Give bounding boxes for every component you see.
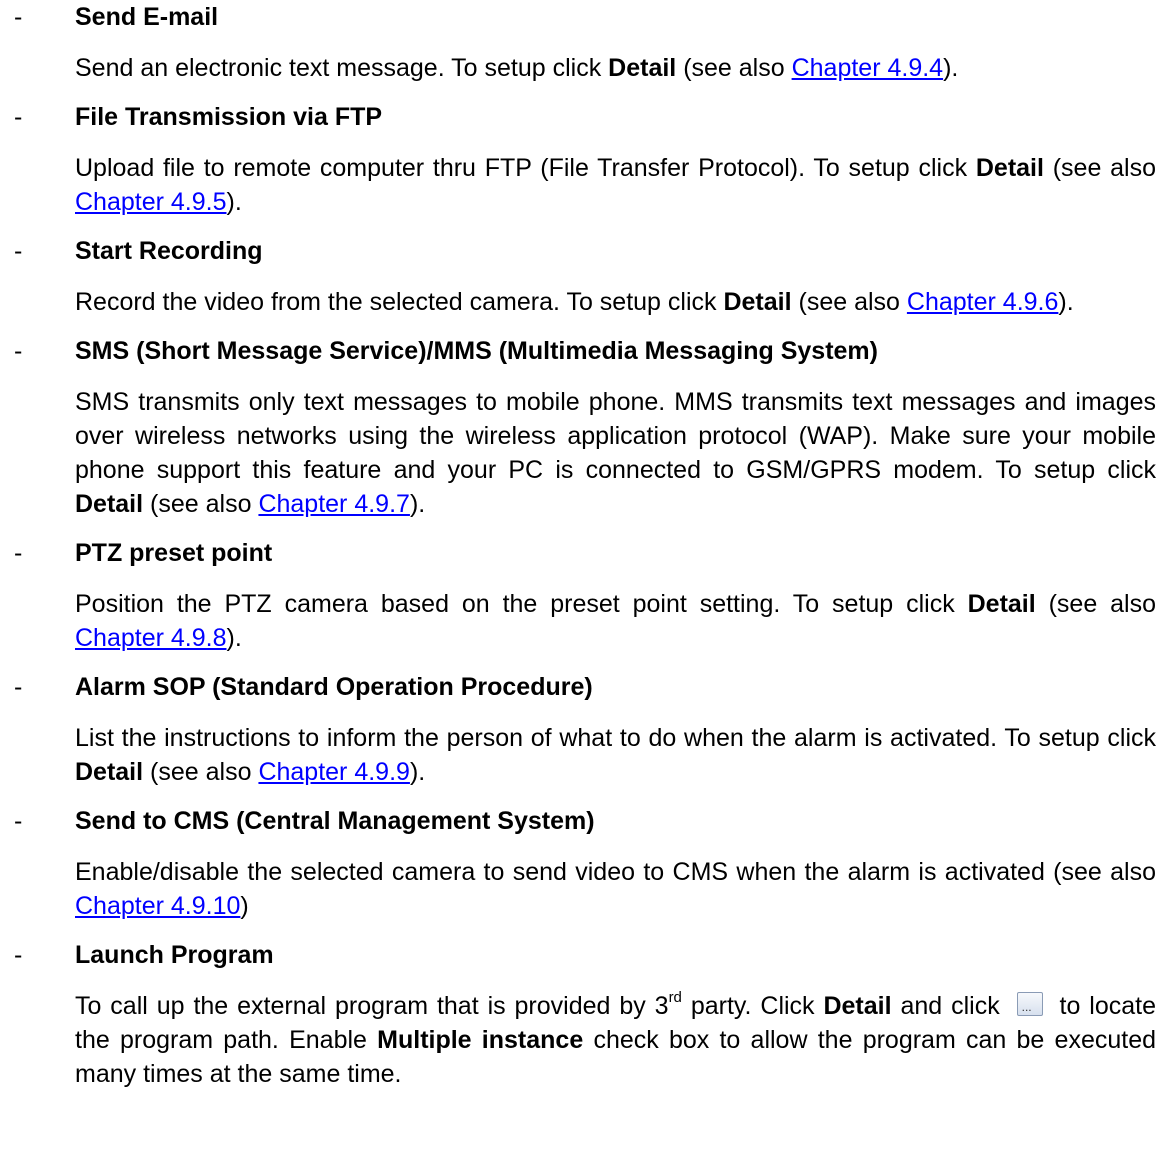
item-title: File Transmission via FTP bbox=[75, 103, 383, 131]
chapter-link[interactable]: Chapter 4.9.10 bbox=[75, 892, 240, 920]
list-item-start-recording: - Start Recording Record the video from … bbox=[0, 234, 1168, 319]
list-item-launch-program: - Launch Program To call up the external… bbox=[0, 938, 1168, 1091]
browse-ellipsis-icon bbox=[1016, 990, 1043, 1024]
detail-keyword: Detail bbox=[823, 992, 892, 1020]
item-description: SMS transmits only text messages to mobi… bbox=[75, 388, 1156, 518]
ordinal-suffix: rd bbox=[668, 989, 682, 1006]
bullet-dash: - bbox=[14, 941, 23, 969]
item-description: Send an electronic text message. To setu… bbox=[75, 54, 959, 82]
bullet-dash: - bbox=[14, 539, 23, 567]
item-description: To call up the external program that is … bbox=[75, 989, 1156, 1091]
list-item-sms-mms: - SMS (Short Message Service)/MMS (Multi… bbox=[0, 334, 1168, 521]
bullet-dash: - bbox=[14, 3, 23, 31]
item-description: Position the PTZ camera based on the pre… bbox=[75, 590, 1156, 652]
list-item-ftp: - File Transmission via FTP Upload file … bbox=[0, 100, 1168, 219]
list-item-ptz-preset-point: - PTZ preset point Position the PTZ came… bbox=[0, 536, 1168, 655]
detail-keyword: Detail bbox=[975, 154, 1044, 182]
item-title: PTZ preset point bbox=[75, 539, 273, 567]
item-title: SMS (Short Message Service)/MMS (Multime… bbox=[75, 337, 878, 365]
item-title: Alarm SOP (Standard Operation Procedure) bbox=[75, 673, 593, 701]
item-description: Enable/disable the selected camera to se… bbox=[75, 858, 1156, 920]
bullet-dash: - bbox=[14, 103, 23, 131]
detail-keyword: Detail bbox=[75, 490, 144, 518]
document-page: - Send E-mail Send an electronic text me… bbox=[0, 0, 1168, 1106]
item-title: Send to CMS (Central Management System) bbox=[75, 807, 595, 835]
chapter-link[interactable]: Chapter 4.9.9 bbox=[258, 758, 410, 786]
chapter-link[interactable]: Chapter 4.9.7 bbox=[258, 490, 410, 518]
list-item-send-email: - Send E-mail Send an electronic text me… bbox=[0, 0, 1168, 85]
detail-keyword: Detail bbox=[723, 288, 792, 316]
bullet-dash: - bbox=[14, 807, 23, 835]
chapter-link[interactable]: Chapter 4.9.4 bbox=[792, 54, 944, 82]
item-title: Launch Program bbox=[75, 941, 274, 969]
multiple-instance-keyword: Multiple instance bbox=[377, 1026, 584, 1054]
list-item-alarm-sop: - Alarm SOP (Standard Operation Procedur… bbox=[0, 670, 1168, 789]
bullet-dash: - bbox=[14, 337, 23, 365]
bullet-dash: - bbox=[14, 237, 23, 265]
item-description: Record the video from the selected camer… bbox=[75, 288, 1074, 316]
chapter-link[interactable]: Chapter 4.9.8 bbox=[75, 624, 227, 652]
item-title: Start Recording bbox=[75, 237, 263, 265]
bullet-dash: - bbox=[14, 673, 23, 701]
item-title: Send E-mail bbox=[75, 3, 219, 31]
item-description: List the instructions to inform the pers… bbox=[75, 724, 1156, 786]
detail-keyword: Detail bbox=[75, 758, 144, 786]
detail-keyword: Detail bbox=[967, 590, 1036, 618]
chapter-link[interactable]: Chapter 4.9.5 bbox=[75, 188, 227, 216]
detail-keyword: Detail bbox=[608, 54, 677, 82]
chapter-link[interactable]: Chapter 4.9.6 bbox=[907, 288, 1059, 316]
list-item-send-to-cms: - Send to CMS (Central Management System… bbox=[0, 804, 1168, 923]
item-description: Upload file to remote computer thru FTP … bbox=[75, 154, 1156, 216]
